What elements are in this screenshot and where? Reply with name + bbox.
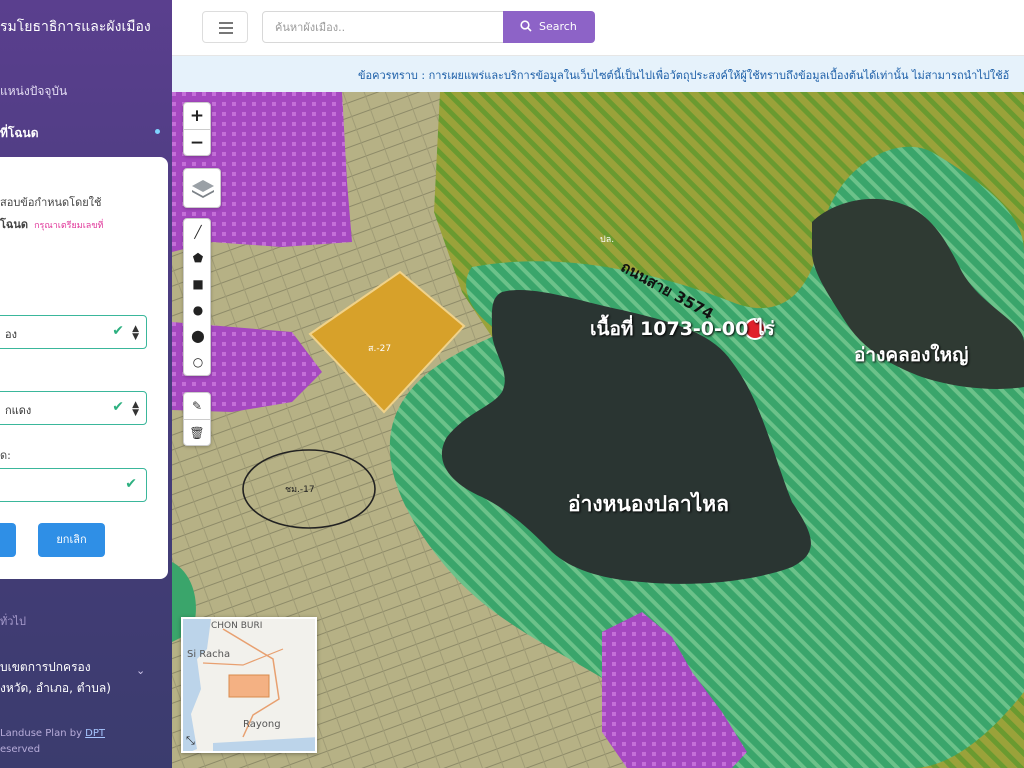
active-indicator-icon	[155, 129, 160, 134]
trash-icon[interactable]: 🗑	[184, 420, 210, 447]
footer-rights: eserved	[0, 744, 41, 755]
draw-line-icon[interactable]: ╱	[184, 219, 212, 245]
deed-number-input[interactable]: ✔	[0, 468, 147, 502]
draw-toolbar: ╱ ⬟ ■ ● ⬤ ○	[183, 218, 211, 376]
area-label: เนื้อที่ 1073-0-00 ไร่	[590, 318, 775, 340]
zone-code-label: ปล.	[600, 235, 615, 245]
deed-note: กรุณาเตรียมเลขที่	[34, 221, 104, 231]
zoom-control: + −	[183, 102, 211, 156]
site-title: รมโยธาธิการและผังเมือง	[0, 19, 151, 35]
deed-search-form: สอบข้อกำหนดโดยใช้ โฉนด กรุณาเตรียมเลขที่ …	[0, 157, 168, 579]
hamburger-icon	[219, 22, 233, 24]
zoom-in-button[interactable]: +	[184, 103, 210, 130]
check-icon: ✔	[112, 399, 124, 415]
district-select-value: กแดง	[5, 404, 32, 417]
zoom-out-button[interactable]: −	[184, 130, 210, 157]
draw-polygon-icon[interactable]: ⬟	[184, 245, 212, 271]
hamburger-icon	[219, 32, 233, 34]
search-input[interactable]	[262, 11, 506, 43]
province-select[interactable]: อง ✔ ▲ ▼	[0, 315, 147, 349]
minimap-label-south: Rayong	[243, 719, 281, 730]
footer-link[interactable]: DPT	[85, 728, 105, 739]
expand-icon[interactable]: ⤡	[186, 734, 195, 748]
edit-icon[interactable]: ✎	[184, 393, 210, 420]
minimap-label-north: CHON BURI	[211, 621, 263, 631]
sidebar: รมโยธาธิการและผังเมือง แหน่งปัจจุบัน ที่…	[0, 0, 172, 768]
cancel-button[interactable]: ยกเลิก	[38, 523, 105, 557]
sidebar-item-admin-boundary[interactable]: บเขตการปกครอง งหวัด, อำเภอ, ตำบล)	[0, 657, 111, 699]
edit-toolbar: ✎ 🗑	[183, 392, 211, 446]
form-deed-label: โฉนด กรุณาเตรียมเลขที่	[0, 215, 103, 233]
footer-text: Landuse Plan by	[0, 728, 82, 739]
sidebar-section-general: ทั่วไป	[0, 615, 26, 628]
menu-toggle-button[interactable]	[202, 11, 248, 43]
layers-icon	[192, 180, 214, 198]
check-icon: ✔	[125, 476, 137, 492]
search-button-label: Search	[539, 20, 577, 33]
sort-arrows-icon: ▲ ▼	[132, 324, 139, 342]
deed-number-label: ด:	[0, 449, 11, 462]
check-icon: ✔	[112, 323, 124, 339]
zone-code-label: ชม.-17	[285, 485, 315, 495]
form-hint: สอบข้อกำหนดโดยใช้	[0, 196, 102, 209]
layers-button[interactable]	[183, 168, 221, 208]
notice-text: ข้อควรทราบ : การเผยแพร่และบริการข้อมูลใน…	[358, 69, 1010, 82]
admin-boundary-line2: งหวัด, อำเภอ, ตำบล)	[0, 681, 111, 695]
minimap-label-city: Si Racha	[187, 649, 231, 660]
hamburger-icon	[219, 27, 233, 29]
chevron-down-icon[interactable]: ⌄	[136, 664, 145, 677]
confirm-button[interactable]	[0, 523, 16, 557]
minimap-canvas	[183, 619, 315, 751]
district-select[interactable]: กแดง ✔ ▲ ▼	[0, 391, 147, 425]
zone-code-label: ส.-27	[368, 344, 392, 354]
sidebar-item-deed-search[interactable]: ที่โฉนด	[0, 124, 39, 143]
map-view[interactable]: ถนนสาย 3574 เนื้อที่ 1073-0-00 ไร่ อ่างค…	[172, 92, 1024, 768]
sidebar-item-current-location[interactable]: แหน่งปัจจุบัน	[0, 82, 67, 101]
minimap[interactable]: CHON BURI Si Racha Rayong ⤡	[181, 617, 317, 753]
notice-bar: ข้อควรทราบ : การเผยแพร่และบริการข้อมูลใน…	[172, 56, 1024, 92]
province-select-value: อง	[5, 328, 17, 341]
search-button[interactable]: Search	[503, 11, 595, 43]
draw-marker-icon[interactable]: ⬤	[184, 323, 212, 349]
reservoir-main-label: อ่างหนองปลาไหล	[568, 492, 729, 516]
top-bar: Search	[172, 0, 1024, 56]
deed-label: โฉนด	[0, 218, 29, 231]
sidebar-footer: Landuse Plan by DPT eserved	[0, 726, 105, 758]
draw-circle-icon[interactable]: ●	[184, 297, 212, 323]
draw-circlemarker-icon[interactable]: ○	[184, 349, 212, 375]
draw-rectangle-icon[interactable]: ■	[184, 271, 212, 297]
admin-boundary-line1: บเขตการปกครอง	[0, 660, 91, 674]
search-icon	[520, 20, 532, 32]
reservoir-east-label: อ่างคลองใหญ่	[854, 344, 969, 366]
sort-arrows-icon: ▲ ▼	[132, 400, 139, 418]
minimap-viewport[interactable]	[228, 674, 270, 698]
